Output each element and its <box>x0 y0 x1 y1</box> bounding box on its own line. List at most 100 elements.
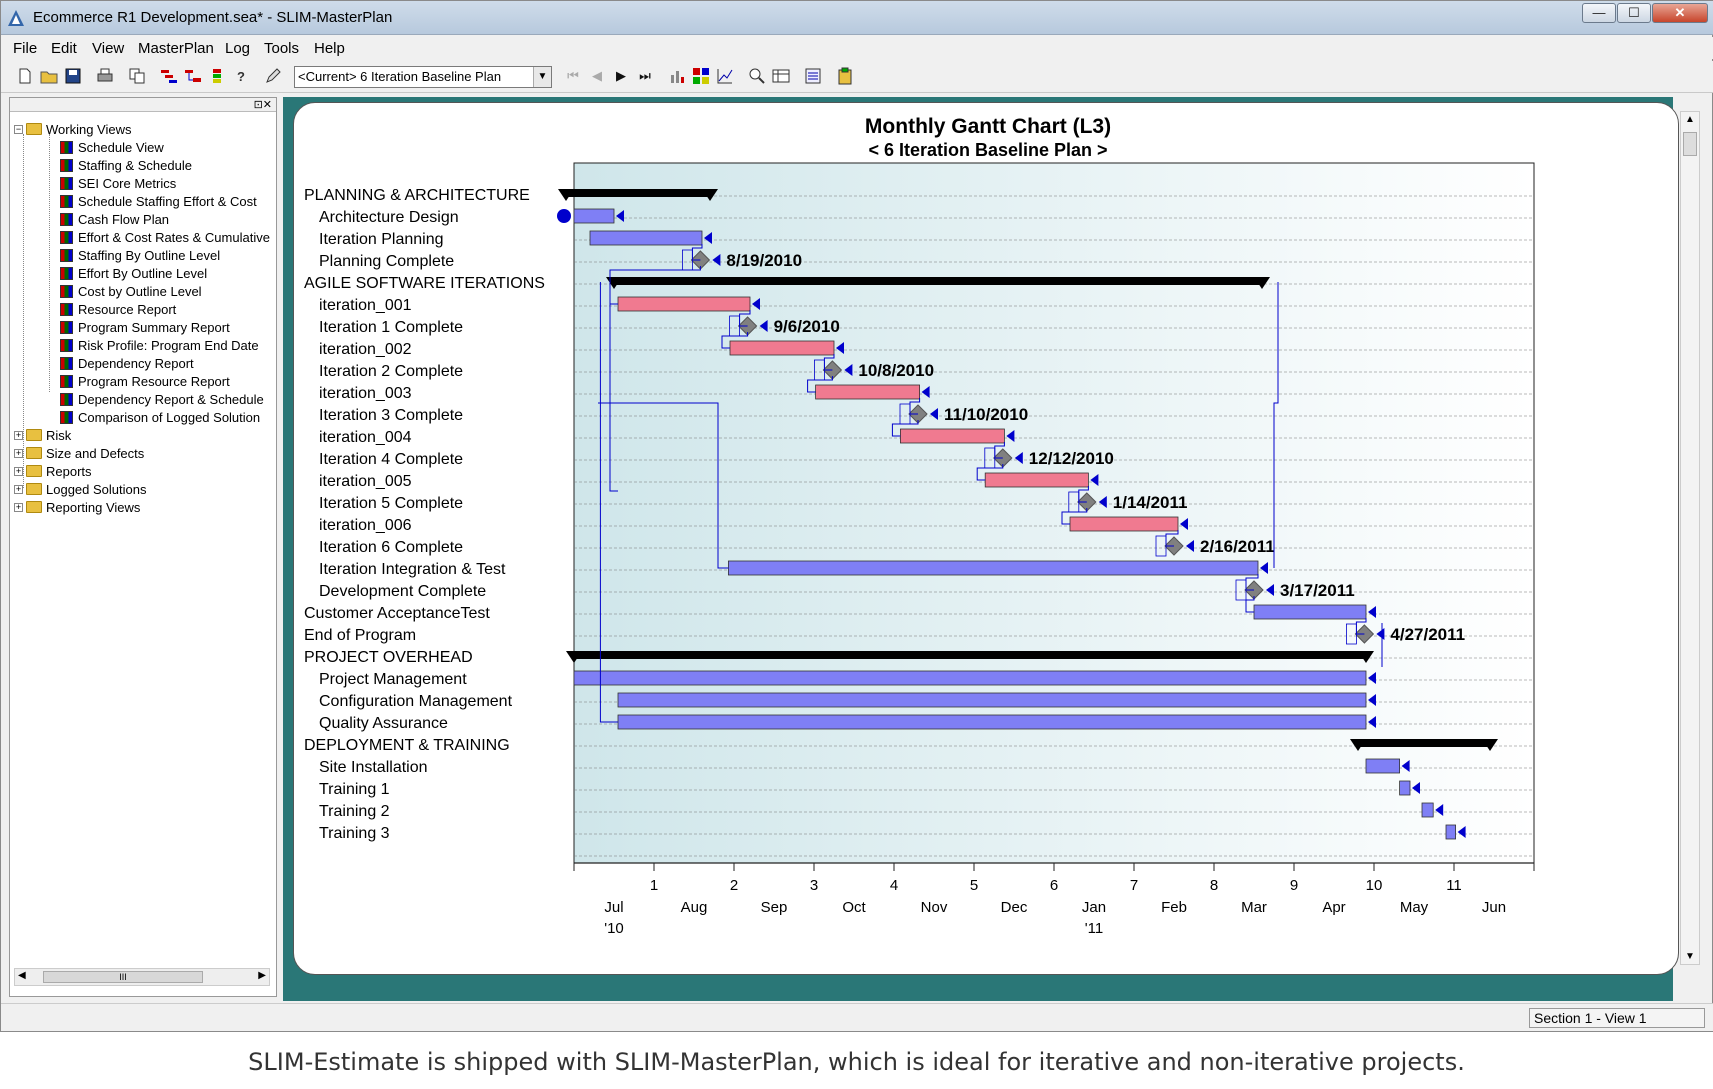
close-icon[interactable]: ⊡✕ <box>254 98 272 111</box>
pencil-icon[interactable] <box>263 66 283 86</box>
tree-view-item[interactable]: Cash Flow Plan <box>60 210 169 228</box>
menu-file[interactable]: File <box>13 40 37 57</box>
view-icon <box>60 320 73 334</box>
tree-folder[interactable]: + Logged Solutions <box>14 480 146 498</box>
gantt-row-label: iteration_002 <box>319 341 412 358</box>
scroll-thumb[interactable] <box>1683 132 1697 156</box>
tree-folder-working-views[interactable]: − Working Views <box>14 120 132 138</box>
view-icon <box>60 374 73 388</box>
gantt-row-label: AGILE SOFTWARE ITERATIONS <box>304 275 545 292</box>
tree-view-item[interactable]: Dependency Report <box>60 354 194 372</box>
table-icon[interactable] <box>771 66 791 86</box>
gantt-row-label: iteration_003 <box>319 385 412 402</box>
tree-view-item[interactable]: Dependency Report & Schedule <box>60 390 264 408</box>
vertical-scrollbar[interactable]: ▲ ▼ <box>1680 111 1700 965</box>
tree-folder[interactable]: + Risk <box>14 426 71 444</box>
tree-view-item[interactable]: Staffing & Schedule <box>60 156 192 174</box>
tree-folder[interactable]: + Reports <box>14 462 92 480</box>
zoom-icon[interactable] <box>747 66 767 86</box>
gantt-row-label: Training 1 <box>319 781 390 798</box>
tree-view-item[interactable]: SEI Core Metrics <box>60 174 176 192</box>
line-chart-icon[interactable] <box>715 66 735 86</box>
tree-folder[interactable]: + Size and Defects <box>14 444 144 462</box>
tree-view-label: Effort & Cost Rates & Cumulative <box>78 229 270 245</box>
print-icon[interactable] <box>95 66 115 86</box>
previous-record-icon[interactable]: ◀ <box>587 66 607 86</box>
view-select-dropdown[interactable]: <Current> 6 Iteration Baseline Plan ▼ <box>294 66 552 88</box>
task-bar <box>1365 758 1400 774</box>
iteration-bar <box>617 296 751 312</box>
gantt-row-label: Quality Assurance <box>319 715 448 732</box>
tree-view-item[interactable]: Program Resource Report <box>60 372 230 390</box>
gantt-row-label: PLANNING & ARCHITECTURE <box>304 187 530 204</box>
tree-view-item[interactable]: Resource Report <box>60 300 176 318</box>
x-tick-label: 10 <box>1366 877 1383 894</box>
horizontal-scrollbar[interactable]: ◀ III ▶ <box>14 968 270 986</box>
tree-view-item[interactable]: Cost by Outline Level <box>60 282 202 300</box>
menu-masterplan[interactable]: MasterPlan <box>138 40 214 57</box>
milestone-date-label: 1/14/2011 <box>1113 493 1188 512</box>
tree-view-item[interactable]: Effort & Cost Rates & Cumulative <box>60 228 270 246</box>
minimize-button[interactable]: — <box>1582 3 1616 23</box>
expand-icon[interactable]: + <box>14 502 23 512</box>
expand-icon[interactable]: + <box>14 448 23 458</box>
task-bar <box>1253 604 1367 620</box>
new-file-icon[interactable] <box>15 66 35 86</box>
close-button[interactable]: ✕ <box>1652 3 1708 23</box>
tree-guide-line <box>49 134 50 392</box>
gantt-row-label: Customer AcceptanceTest <box>304 605 490 622</box>
bar-chart-icon[interactable] <box>667 66 687 86</box>
grid-icon[interactable] <box>691 66 711 86</box>
scroll-down-icon[interactable]: ▼ <box>1685 951 1695 962</box>
chevron-down-icon[interactable]: ▼ <box>533 67 551 87</box>
tree-view-item[interactable]: Staffing By Outline Level <box>60 246 220 264</box>
menu-tools[interactable]: Tools <box>264 40 299 57</box>
maximize-button[interactable]: ☐ <box>1617 3 1651 23</box>
help-icon[interactable]: ? <box>231 66 251 86</box>
scroll-left-icon[interactable]: ◀ <box>18 970 26 981</box>
status-bar: Section 1 - View 1 <box>1 1003 1713 1031</box>
expand-icon[interactable]: + <box>14 430 23 440</box>
expand-icon[interactable]: + <box>14 484 23 494</box>
tree-view-item[interactable]: Risk Profile: Program End Date <box>60 336 259 354</box>
menu-help[interactable]: Help <box>314 40 345 57</box>
tree-view-item[interactable]: Comparison of Logged Solution <box>60 408 260 426</box>
tree-folder[interactable]: + Reporting Views <box>14 498 140 516</box>
window-title: Ecommerce R1 Development.sea* - SLIM-Mas… <box>33 9 393 26</box>
clipboard-icon[interactable] <box>835 66 855 86</box>
copy-icon[interactable] <box>127 66 147 86</box>
menu-edit[interactable]: Edit <box>51 40 77 57</box>
status-section: Section 1 - View 1 <box>1529 1008 1705 1028</box>
x-tick-label: 3 <box>810 877 818 894</box>
folder-icon <box>26 447 42 459</box>
last-record-icon[interactable]: ⏭ <box>635 66 655 86</box>
scroll-thumb[interactable]: III <box>43 971 203 983</box>
view-icon <box>60 194 73 208</box>
tree-view-item[interactable]: Effort By Outline Level <box>60 264 207 282</box>
gantt-row-label: iteration_001 <box>319 297 412 314</box>
gantt-bars-icon[interactable] <box>159 66 179 86</box>
menu-view[interactable]: View <box>92 40 124 57</box>
x-month-label: Jun <box>1482 899 1506 916</box>
tree-view-label: Staffing & Schedule <box>78 157 192 173</box>
x-tick-label: 4 <box>890 877 898 894</box>
menu-log[interactable]: Log <box>225 40 250 57</box>
iteration-bar <box>729 340 835 356</box>
next-record-icon[interactable]: ▶ <box>611 66 631 86</box>
expand-icon[interactable]: + <box>14 466 23 476</box>
scroll-up-icon[interactable]: ▲ <box>1685 114 1695 125</box>
save-icon[interactable] <box>63 66 83 86</box>
collapse-icon[interactable]: − <box>14 124 23 134</box>
tree-view-item[interactable]: Schedule View <box>60 138 164 156</box>
folder-icon <box>26 429 42 441</box>
tree-view-item[interactable]: Program Summary Report <box>60 318 230 336</box>
tree-view-item[interactable]: Schedule Staffing Effort & Cost <box>60 192 257 210</box>
stack-bars-icon[interactable] <box>207 66 227 86</box>
scroll-right-icon[interactable]: ▶ <box>258 970 266 981</box>
report-icon[interactable] <box>803 66 823 86</box>
caption: SLIM-Estimate is shipped with SLIM-Maste… <box>248 1048 1465 1076</box>
x-tick-label: 6 <box>1050 877 1058 894</box>
first-record-icon[interactable]: ⏮ <box>563 66 583 86</box>
open-folder-icon[interactable] <box>39 66 59 86</box>
gantt-links-icon[interactable] <box>183 66 203 86</box>
